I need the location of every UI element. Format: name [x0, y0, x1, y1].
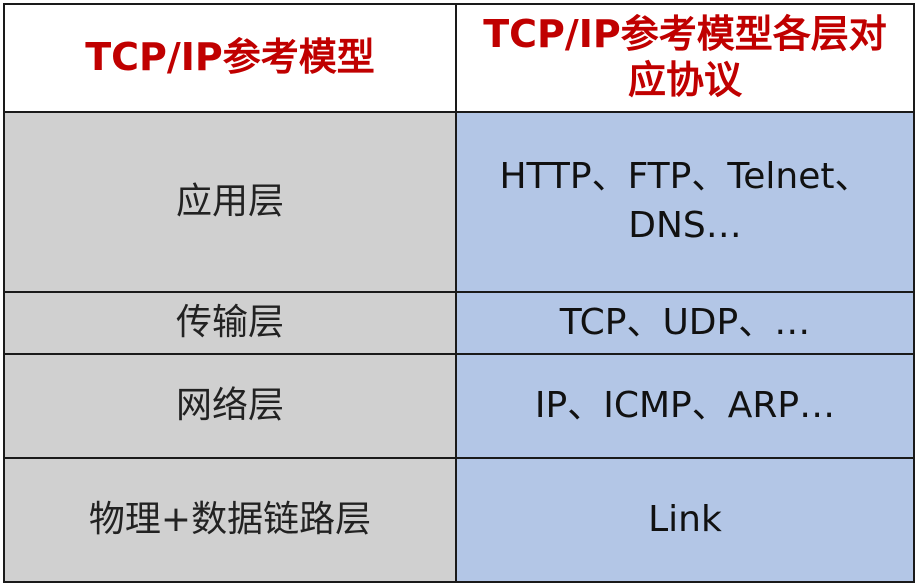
- table-row: 传输层 TCP、UDP、…: [3, 291, 915, 355]
- layer-name: 物理+数据链路层: [3, 457, 457, 583]
- layer-protocols: Link: [455, 457, 915, 583]
- tcp-ip-model-table: TCP/IP参考模型 TCP/IP参考模型各层对应协议 应用层 HTTP、FTP…: [3, 3, 915, 583]
- table-row: 应用层 HTTP、FTP、Telnet、DNS…: [3, 111, 915, 293]
- layer-protocols: IP、ICMP、ARP…: [455, 353, 915, 459]
- table-row: 物理+数据链路层 Link: [3, 457, 915, 583]
- header-model: TCP/IP参考模型: [3, 3, 457, 113]
- table-row: 网络层 IP、ICMP、ARP…: [3, 353, 915, 459]
- layer-name: 应用层: [3, 111, 457, 293]
- layer-protocols: HTTP、FTP、Telnet、DNS…: [455, 111, 915, 293]
- layer-name: 网络层: [3, 353, 457, 459]
- header-row: TCP/IP参考模型 TCP/IP参考模型各层对应协议: [3, 3, 915, 113]
- layer-protocols: TCP、UDP、…: [455, 291, 915, 355]
- layer-name: 传输层: [3, 291, 457, 355]
- header-protocols: TCP/IP参考模型各层对应协议: [455, 3, 915, 113]
